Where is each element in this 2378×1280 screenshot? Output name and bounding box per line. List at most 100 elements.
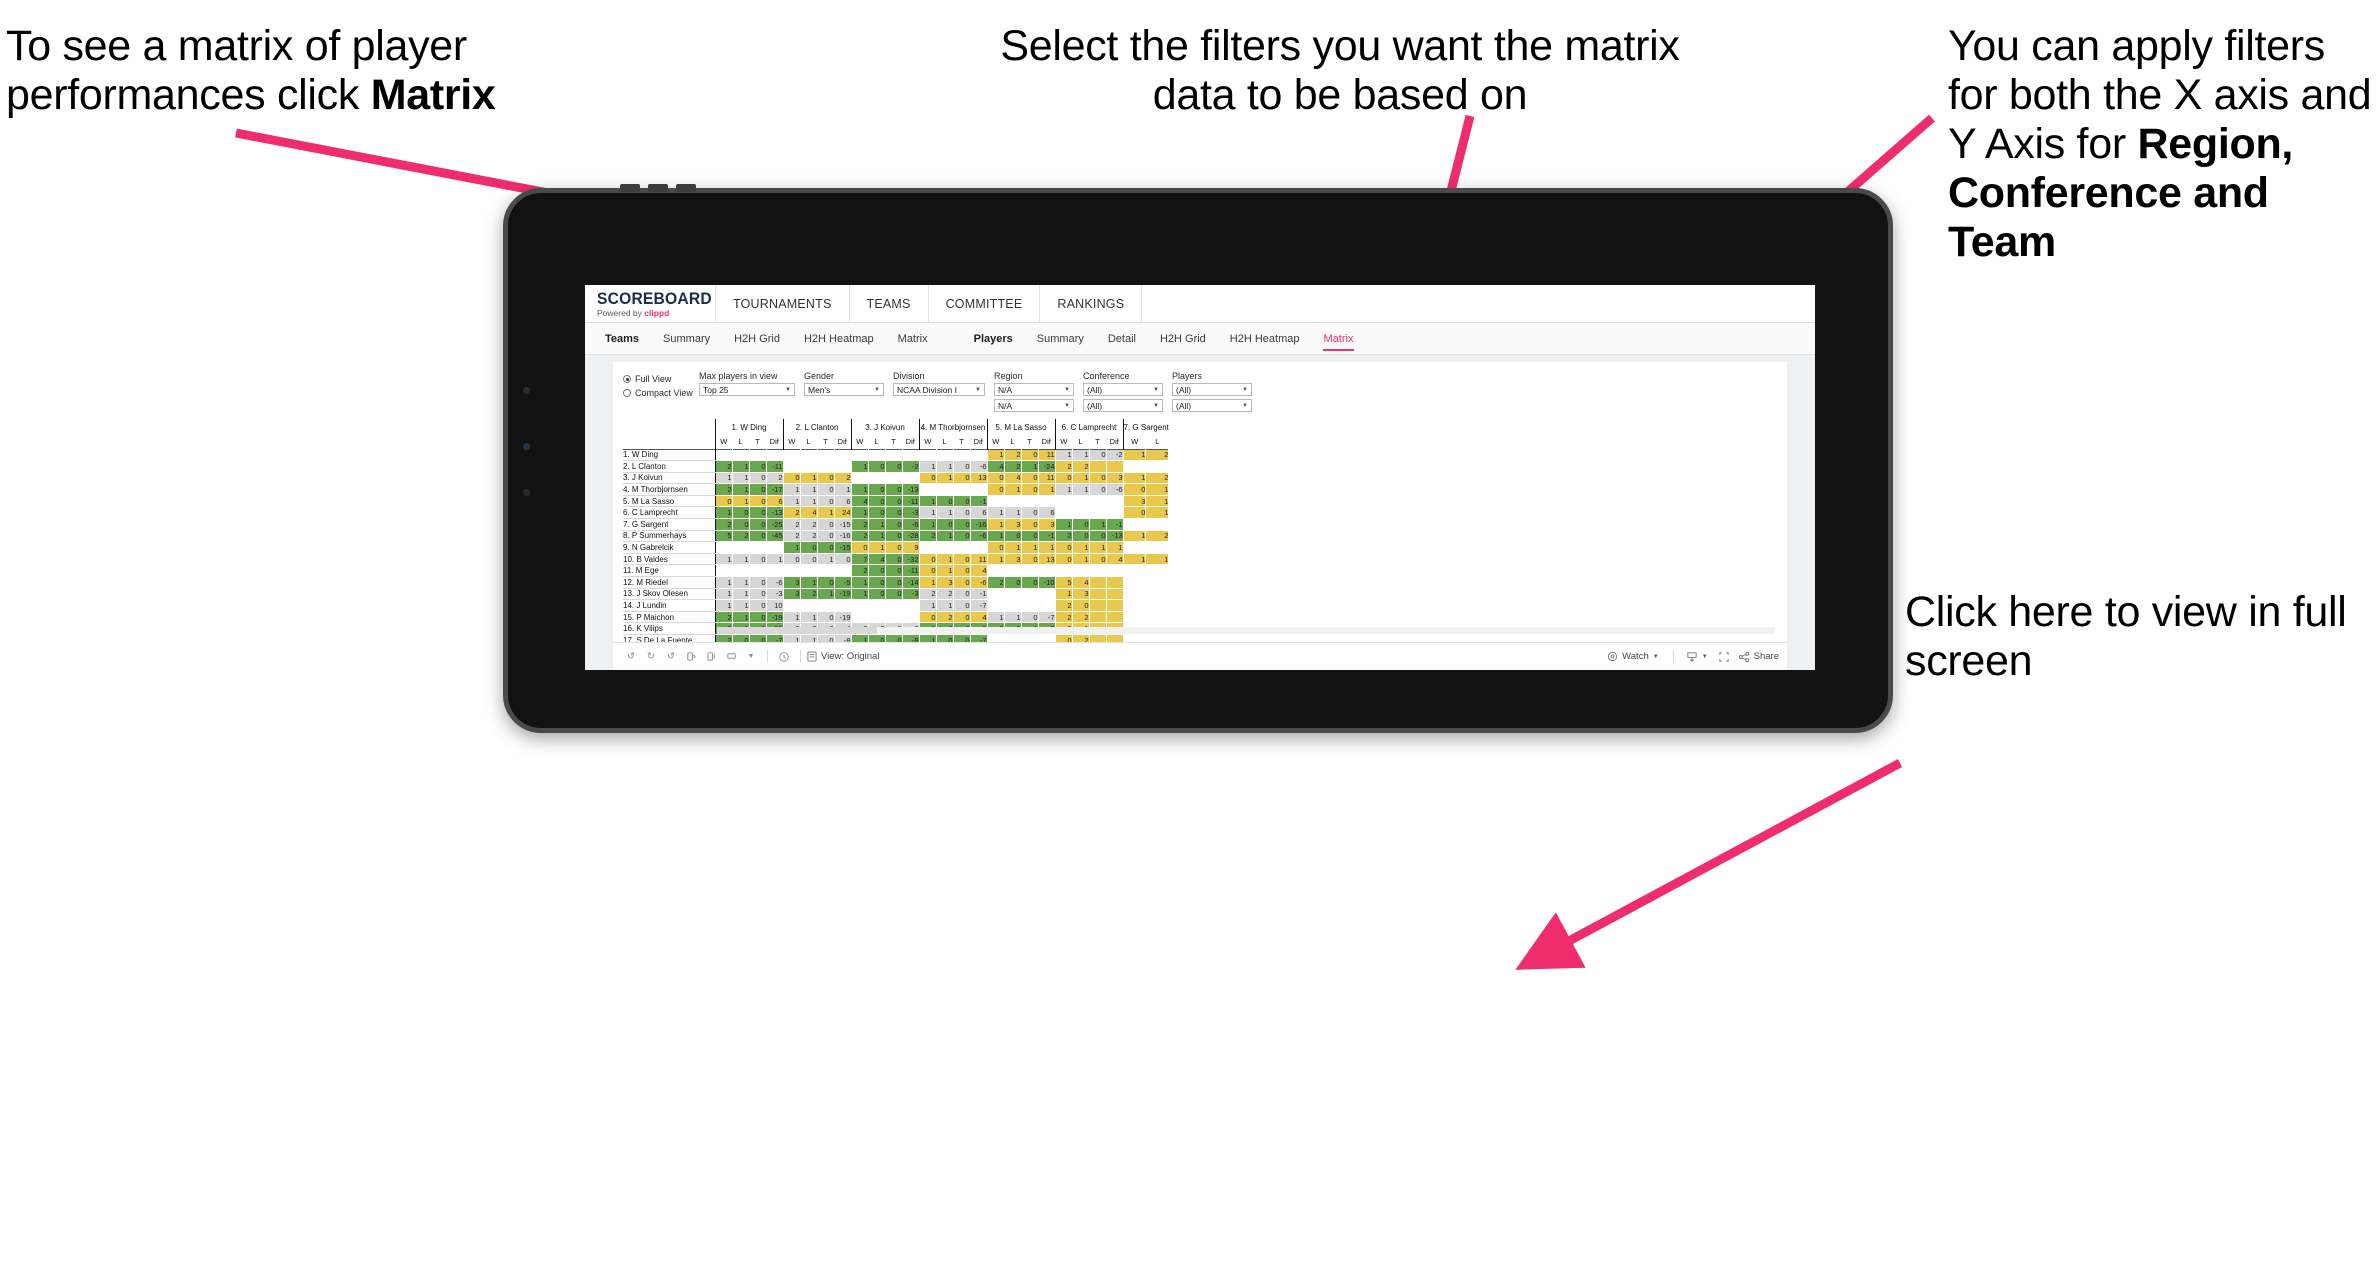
matrix-cell[interactable]: 1 xyxy=(1072,483,1090,496)
matrix-cell[interactable] xyxy=(834,564,852,578)
matrix-cell[interactable]: 0 xyxy=(918,611,937,624)
matrix-cell[interactable]: 1 xyxy=(918,495,937,508)
matrix-cell[interactable] xyxy=(1122,576,1147,589)
matrix-cell[interactable]: 2 xyxy=(1004,460,1022,473)
matrix-cell[interactable]: -7 xyxy=(766,634,784,642)
matrix-cell[interactable]: 2 xyxy=(1054,460,1073,473)
matrix-cell[interactable] xyxy=(1106,634,1124,642)
matrix-cell[interactable]: 2 xyxy=(782,518,801,531)
matrix-cell[interactable]: 0 xyxy=(817,518,835,531)
matrix-cell[interactable]: -11 xyxy=(902,564,920,578)
share-control[interactable]: Share xyxy=(1738,651,1779,663)
matrix-cell[interactable]: 2 xyxy=(1072,611,1090,624)
matrix-cell[interactable]: 0 xyxy=(953,460,971,473)
matrix-cell[interactable]: 1 xyxy=(868,541,886,554)
matrix-cell[interactable] xyxy=(918,483,937,496)
select-players-y[interactable]: (All) ▼ xyxy=(1172,399,1252,412)
matrix-cell[interactable]: 0 xyxy=(953,495,971,508)
matrix-cell[interactable]: 1 xyxy=(936,553,954,566)
matrix-cell[interactable] xyxy=(1038,634,1056,642)
chevron-down-icon[interactable]: ▼ xyxy=(741,647,761,667)
matrix-cell[interactable]: 0 xyxy=(953,634,971,642)
matrix-cell[interactable] xyxy=(1106,460,1124,473)
matrix-cell[interactable] xyxy=(986,599,1005,612)
matrix-cell[interactable]: 0 xyxy=(953,599,971,612)
matrix-cell[interactable]: 0 xyxy=(918,472,937,485)
matrix-cell[interactable]: 0 xyxy=(749,506,767,520)
matrix-cell[interactable] xyxy=(1089,495,1107,508)
matrix-row-label[interactable]: 9. N Gabrelcik xyxy=(623,541,716,554)
matrix-cell[interactable]: 2 xyxy=(800,588,818,601)
rect-select-icon[interactable] xyxy=(721,647,741,667)
matrix-cell[interactable]: 0 xyxy=(868,576,886,589)
matrix-cell[interactable]: 0 xyxy=(800,553,818,566)
matrix-cell[interactable] xyxy=(1122,588,1147,601)
matrix-cell[interactable] xyxy=(1145,518,1170,531)
matrix-cell[interactable]: 1 xyxy=(1089,541,1107,554)
matrix-cell[interactable]: 3 xyxy=(1004,553,1022,566)
matrix-cell[interactable]: 0 xyxy=(986,541,1005,554)
radio-full-view[interactable]: Full View xyxy=(623,372,699,386)
matrix-cell[interactable]: 0 xyxy=(953,611,971,624)
matrix-cell[interactable]: 0 xyxy=(1089,530,1107,543)
matrix-cell[interactable]: 1 xyxy=(714,588,733,601)
matrix-cell[interactable] xyxy=(834,599,852,612)
matrix-cell[interactable] xyxy=(850,449,869,462)
matrix-cell[interactable]: 0 xyxy=(749,530,767,543)
matrix-cell[interactable]: 0 xyxy=(986,483,1005,496)
matrix-cell[interactable]: 0 xyxy=(936,518,954,531)
matrix-cell[interactable]: 1 xyxy=(732,460,750,473)
select-division[interactable]: NCAA Division I ▼ xyxy=(893,383,985,396)
matrix-cell[interactable]: -32 xyxy=(902,553,920,566)
matrix-cell[interactable]: 11 xyxy=(1038,449,1056,462)
matrix-cell[interactable] xyxy=(953,483,971,496)
matrix-cell[interactable]: 4 xyxy=(1106,553,1124,566)
matrix-cell[interactable]: 4 xyxy=(868,553,886,566)
watch-control[interactable]: Watch ▼ xyxy=(1607,651,1659,662)
matrix-cell[interactable]: -17 xyxy=(766,483,784,496)
nav-item-teams[interactable]: TEAMS xyxy=(850,285,928,323)
matrix-cell[interactable]: 7 xyxy=(850,553,869,566)
matrix-cell[interactable]: 1 xyxy=(1145,483,1170,496)
matrix-cell[interactable]: 1 xyxy=(1122,553,1147,566)
matrix-cell[interactable]: 0 xyxy=(714,495,733,508)
matrix-cell[interactable]: 2 xyxy=(800,530,818,543)
matrix-cell[interactable] xyxy=(1089,460,1107,473)
matrix-cell[interactable]: 1 xyxy=(834,483,852,496)
matrix-cell[interactable] xyxy=(1089,564,1107,578)
matrix-cell[interactable]: -6 xyxy=(970,576,988,589)
nav-item-committee[interactable]: COMMITTEE xyxy=(929,285,1040,323)
matrix-cell[interactable]: 0 xyxy=(1054,634,1073,642)
matrix-cell[interactable]: 0 xyxy=(1072,518,1090,531)
matrix-row-label[interactable]: 16. K Vilips xyxy=(623,622,716,635)
matrix-cell[interactable]: 1 xyxy=(936,599,954,612)
matrix-cell[interactable] xyxy=(1106,588,1124,601)
matrix-row-label[interactable]: 3. J Koivun xyxy=(623,472,716,485)
matrix-cell[interactable]: 2 xyxy=(1054,599,1073,612)
matrix-cell[interactable] xyxy=(1106,599,1124,612)
matrix-cell[interactable]: 1 xyxy=(1054,449,1073,462)
matrix-cell[interactable]: 1 xyxy=(1038,483,1056,496)
matrix-cell[interactable]: 0 xyxy=(1021,576,1039,589)
matrix-cell[interactable] xyxy=(970,483,988,496)
tab-players-h2h-heatmap[interactable]: H2H Heatmap xyxy=(1218,323,1312,354)
matrix-cell[interactable]: 3 xyxy=(1038,518,1056,531)
matrix-cell[interactable]: 0 xyxy=(1021,472,1039,485)
matrix-cell[interactable] xyxy=(1089,634,1107,642)
matrix-cell[interactable] xyxy=(1106,506,1124,520)
matrix-cell[interactable] xyxy=(1122,460,1147,473)
select-region-x[interactable]: N/A ▼ xyxy=(994,383,1074,396)
matrix-cell[interactable] xyxy=(749,564,767,578)
matrix-cell[interactable]: -3 xyxy=(902,588,920,601)
matrix-cell[interactable]: 1 xyxy=(1122,530,1147,543)
matrix-cell[interactable]: 0 xyxy=(885,553,903,566)
matrix-cell[interactable]: 0 xyxy=(1054,541,1073,554)
matrix-cell[interactable]: 1 xyxy=(936,506,954,520)
matrix-cell[interactable]: 1 xyxy=(1054,483,1073,496)
matrix-cell[interactable]: 1 xyxy=(1145,495,1170,508)
matrix-cell[interactable]: 0 xyxy=(868,588,886,601)
matrix-cell[interactable]: 0 xyxy=(986,472,1005,485)
matrix-column-header[interactable]: 5. M La Sasso xyxy=(986,419,1055,435)
matrix-cell[interactable] xyxy=(1089,599,1107,612)
matrix-cell[interactable]: 0 xyxy=(749,483,767,496)
